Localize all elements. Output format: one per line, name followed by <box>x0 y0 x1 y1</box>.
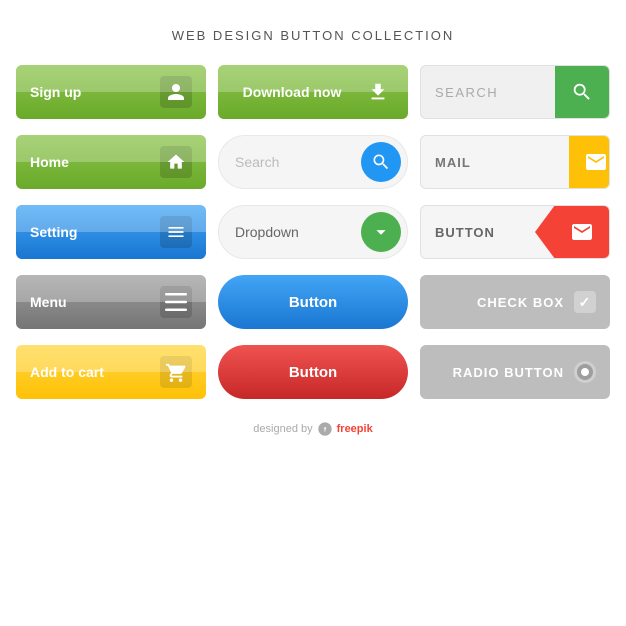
home-label: Home <box>30 154 160 170</box>
red-pill-label: Button <box>289 364 337 381</box>
signup-label: Sign up <box>30 84 160 100</box>
footer-text: designed by <box>253 423 312 435</box>
settings-icon <box>160 216 192 248</box>
dropdown-button[interactable]: Dropdown <box>218 205 408 259</box>
searchbar-button[interactable]: Search <box>218 135 408 189</box>
button-mail-button[interactable]: BUTTON <box>420 205 610 259</box>
download-label: Download now <box>232 84 352 100</box>
radio-dot <box>581 368 589 376</box>
checkbox-label: CHECK BOX <box>477 295 564 310</box>
menu-button[interactable]: Menu <box>16 275 206 329</box>
checkbox-icon: ✓ <box>574 291 596 313</box>
menu-label: Menu <box>30 294 160 310</box>
mail-red-icon <box>555 205 609 259</box>
dropdown-label: Dropdown <box>235 224 361 240</box>
blue-pill-label: Button <box>289 294 337 311</box>
radiobutton-button[interactable]: RADIO BUTTON <box>420 345 610 399</box>
addtocart-label: Add to cart <box>30 364 160 380</box>
home-button[interactable]: Home <box>16 135 206 189</box>
blue-pill-button[interactable]: Button <box>218 275 408 329</box>
checkbox-button[interactable]: CHECK BOX ✓ <box>420 275 610 329</box>
search-combo-button[interactable]: SEARCH <box>420 65 610 119</box>
download-icon <box>362 76 394 108</box>
footer-brand: freepik <box>337 423 373 435</box>
arrow-icon <box>535 205 555 259</box>
setting-label: Setting <box>30 224 160 240</box>
user-icon <box>160 76 192 108</box>
home-icon <box>160 146 192 178</box>
setting-button[interactable]: Setting <box>16 205 206 259</box>
signup-button[interactable]: Sign up <box>16 65 206 119</box>
searchbar-icon <box>361 142 401 182</box>
radio-label: RADIO BUTTON <box>453 365 564 380</box>
mail-button[interactable]: MAIL <box>420 135 610 189</box>
mail-icon <box>569 135 610 189</box>
radio-icon <box>574 361 596 383</box>
hamburger-icon <box>160 286 192 318</box>
mail-label: MAIL <box>421 155 559 170</box>
chevron-down-icon <box>361 212 401 252</box>
download-button[interactable]: Download now <box>218 65 408 119</box>
cart-icon <box>160 356 192 388</box>
button-grid: Sign up Download now SEARCH Home <box>0 65 626 403</box>
search-sq-icon <box>555 65 609 119</box>
footer: designed by f freepik <box>253 421 372 437</box>
freepik-logo-icon: f <box>317 421 333 437</box>
search-combo-label: SEARCH <box>421 85 555 100</box>
searchbar-placeholder: Search <box>235 154 361 170</box>
page-title: WEB DESIGN BUTTON COLLECTION <box>172 28 455 43</box>
addtocart-button[interactable]: Add to cart <box>16 345 206 399</box>
red-pill-button[interactable]: Button <box>218 345 408 399</box>
